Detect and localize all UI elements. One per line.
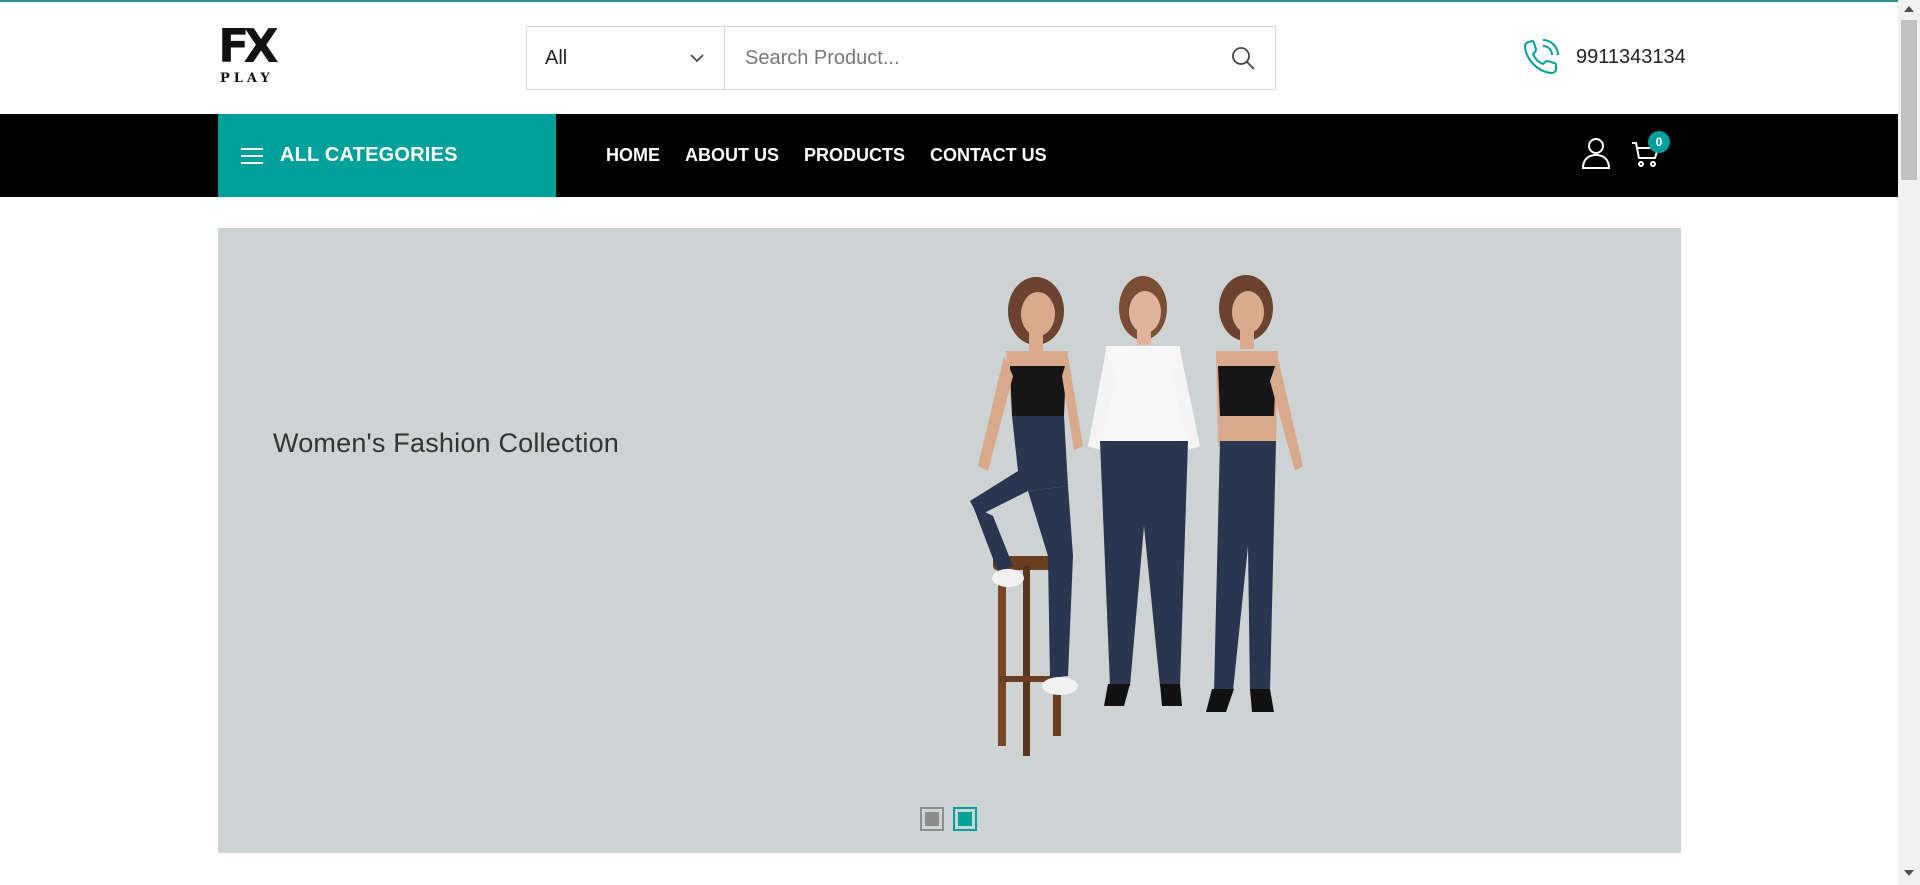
phone-number: 9911343134	[1576, 45, 1686, 68]
category-select-value: All	[545, 46, 568, 69]
nav-link-contact-us[interactable]: CONTACT US	[930, 145, 1047, 166]
phone-icon	[1523, 39, 1559, 75]
chevron-down-icon	[690, 54, 704, 63]
contact-phone[interactable]: 9911343134	[1520, 36, 1686, 78]
logo-mark: FX	[218, 19, 279, 73]
nav-link-products[interactable]: PRODUCTS	[804, 145, 905, 166]
hero-banner[interactable]: Women's Fashion Collection	[218, 228, 1681, 853]
slider-pagination	[920, 807, 986, 831]
hero-models-image	[970, 275, 1303, 756]
user-icon[interactable]	[1580, 136, 1612, 170]
category-select[interactable]: All	[527, 27, 725, 89]
cart-count-badge: 0	[1648, 131, 1670, 153]
slider-dot-2[interactable]	[953, 807, 977, 831]
logo-wordmark: PLAY	[220, 71, 274, 86]
scrollbar-thumb[interactable]	[1901, 20, 1917, 180]
model-middle	[1088, 276, 1200, 706]
all-categories-button[interactable]: ALL CATEGORIES	[218, 114, 556, 197]
search-button[interactable]	[1211, 27, 1275, 89]
nav-link-about-us[interactable]: ABOUT US	[685, 145, 779, 166]
model-right	[1206, 275, 1303, 712]
cart-button[interactable]: 0	[1630, 131, 1670, 169]
main-navbar: ALL CATEGORIES HOME ABOUT US PRODUCTS CO…	[0, 114, 1898, 197]
page-scrollbar[interactable]	[1898, 0, 1920, 885]
scroll-down-arrow-icon[interactable]	[1904, 870, 1914, 876]
menu-icon	[241, 147, 263, 164]
brand-logo[interactable]: FX PLAY	[218, 23, 279, 87]
nav-link-home[interactable]: HOME	[606, 145, 660, 166]
scroll-up-arrow-icon[interactable]	[1904, 6, 1914, 12]
nav-actions: 0	[1580, 131, 1670, 170]
search-icon	[1232, 47, 1255, 70]
site-header: FX PLAY All 9911343134	[0, 2, 1898, 114]
main-menu: HOME ABOUT US PRODUCTS CONTACT US	[606, 114, 1072, 197]
slider-dot-1[interactable]	[920, 807, 944, 831]
hero-title: Women's Fashion Collection	[273, 428, 620, 458]
all-categories-label: ALL CATEGORIES	[280, 144, 458, 166]
search-input[interactable]	[725, 27, 1211, 89]
search-bar: All	[526, 26, 1276, 90]
